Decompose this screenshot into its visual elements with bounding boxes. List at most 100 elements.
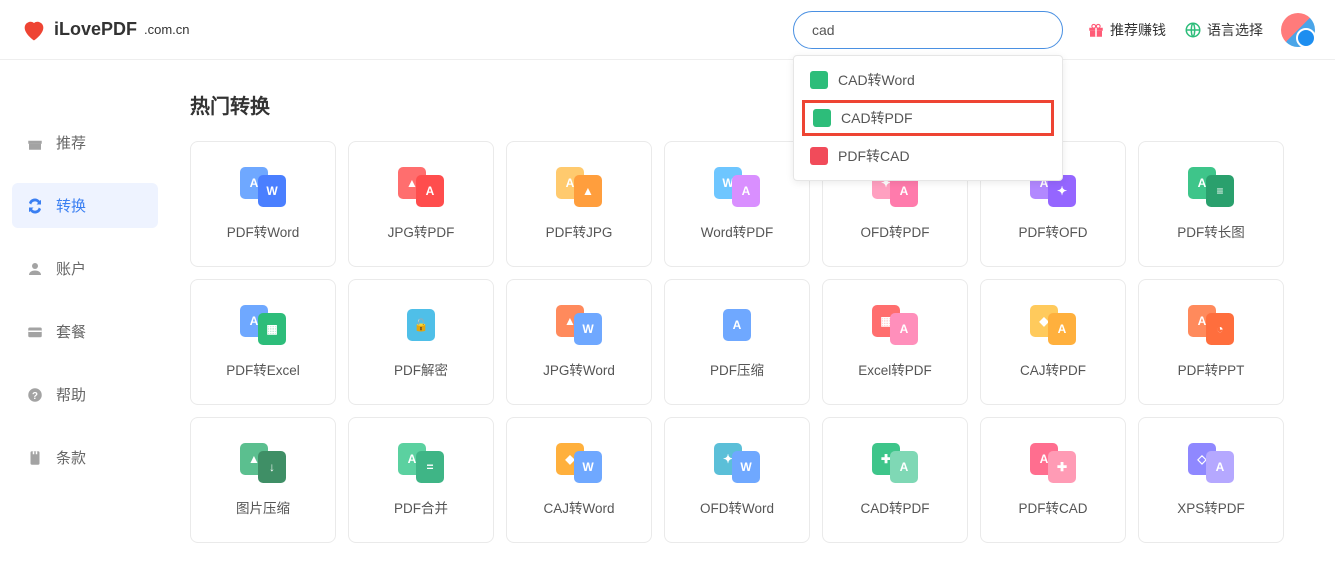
convert-card-10[interactable]: A PDF压缩 xyxy=(664,279,810,405)
card-icon: ▲W xyxy=(556,305,602,345)
convert-card-0[interactable]: AW PDF转Word xyxy=(190,141,336,267)
card-icon: ✦W xyxy=(714,443,760,483)
dropdown-item-label: CAD转Word xyxy=(838,70,915,90)
card-icon: ◆W xyxy=(556,443,602,483)
logo[interactable]: iLovePDF .com.cn xyxy=(20,16,190,44)
language-select-link[interactable]: 语言选择 xyxy=(1184,20,1263,40)
recommend-earn-link[interactable]: 推荐赚钱 xyxy=(1087,20,1166,40)
sidebar-item-help[interactable]: ? 帮助 xyxy=(12,372,158,417)
card-icon: 🔓 xyxy=(398,305,444,345)
convert-icon xyxy=(26,197,44,215)
convert-card-20[interactable]: ◇A XPS转PDF xyxy=(1138,417,1284,543)
card-label: PDF转OFD xyxy=(1019,221,1088,241)
card-label: PDF转PPT xyxy=(1178,359,1245,379)
account-icon xyxy=(26,260,44,278)
card-label: PDF转Excel xyxy=(226,359,300,379)
convert-card-2[interactable]: A▲PDF转JPG xyxy=(506,141,652,267)
convert-card-11[interactable]: ▦A Excel转PDF xyxy=(822,279,968,405)
card-icon: A▲ xyxy=(556,167,602,207)
card-grid: AWPDF转Word▲AJPG转PDFA▲PDF转JPGWAWord转PDF✦A… xyxy=(190,141,1295,543)
convert-card-1[interactable]: ▲A JPG转PDF xyxy=(348,141,494,267)
dropdown-item-1[interactable]: CAD转PDF xyxy=(802,100,1054,136)
dropdown-item-icon xyxy=(810,71,828,89)
svg-text:?: ? xyxy=(32,390,38,401)
card-icon: A▦ xyxy=(240,305,286,345)
card-label: PDF解密 xyxy=(394,359,448,379)
help-icon: ? xyxy=(26,386,44,404)
card-label: 图片压缩 xyxy=(236,497,290,517)
card-icon: ▲↓ xyxy=(240,443,286,483)
heart-icon xyxy=(20,16,48,44)
terms-icon xyxy=(26,449,44,467)
card-icon: A◔ xyxy=(1188,305,1234,345)
card-icon: ▦A xyxy=(872,305,918,345)
card-label: CAD转PDF xyxy=(860,497,929,517)
dropdown-item-0[interactable]: CAD转Word xyxy=(794,62,1062,98)
plan-icon xyxy=(26,323,44,341)
card-label: CAJ转Word xyxy=(543,497,614,517)
globe-icon xyxy=(1184,21,1202,39)
card-icon: AW xyxy=(240,167,286,207)
logo-text: iLovePDF xyxy=(54,19,137,40)
dropdown-item-icon xyxy=(813,109,831,127)
convert-card-17[interactable]: ✦W OFD转Word xyxy=(664,417,810,543)
card-label: PDF转Word xyxy=(227,221,300,241)
sidebar-item-terms[interactable]: 条款 xyxy=(12,435,158,480)
convert-card-6[interactable]: A≡ PDF转长图 xyxy=(1138,141,1284,267)
sidebar-item-convert[interactable]: 转换 xyxy=(12,183,158,228)
section-title: 热门转换 xyxy=(190,90,1295,119)
convert-card-7[interactable]: A▦ PDF转Excel xyxy=(190,279,336,405)
convert-card-15[interactable]: A= PDF合并 xyxy=(348,417,494,543)
card-label: OFD转PDF xyxy=(861,221,930,241)
card-label: PDF转CAD xyxy=(1018,497,1087,517)
convert-card-13[interactable]: A◔ PDF转PPT xyxy=(1138,279,1284,405)
main-content: 热门转换 AW PDF转Word ▲A JPG转PDF A▲PDF转JPGWAWord转… xyxy=(170,60,1335,583)
card-icon: A xyxy=(714,305,760,345)
convert-card-18[interactable]: ✚A CAD转PDF xyxy=(822,417,968,543)
sidebar-item-plan[interactable]: 套餐 xyxy=(12,309,158,354)
convert-card-12[interactable]: ◆ACAJ转PDF xyxy=(980,279,1126,405)
card-label: Word转PDF xyxy=(701,221,774,241)
recommend-icon xyxy=(26,134,44,152)
card-label: Excel转PDF xyxy=(858,359,932,379)
search-wrap: CAD转WordCAD转PDFPDF转CAD xyxy=(793,11,1063,49)
sidebar-item-recommend[interactable]: 推荐 xyxy=(12,120,158,165)
language-select-label: 语言选择 xyxy=(1207,20,1263,40)
dropdown-item-label: CAD转PDF xyxy=(841,108,913,128)
search-input[interactable] xyxy=(793,11,1063,49)
card-icon: ▲A xyxy=(398,167,444,207)
sidebar-item-label: 推荐 xyxy=(56,132,86,153)
logo-suffix: .com.cn xyxy=(144,22,190,37)
gift-icon xyxy=(1087,21,1105,39)
dropdown-item-label: PDF转CAD xyxy=(838,146,910,166)
card-label: OFD转Word xyxy=(700,497,774,517)
dropdown-item-2[interactable]: PDF转CAD xyxy=(794,138,1062,174)
sidebar-item-label: 账户 xyxy=(56,258,86,279)
card-label: JPG转PDF xyxy=(388,221,455,241)
card-label: XPS转PDF xyxy=(1177,497,1245,517)
sidebar-item-account[interactable]: 账户 xyxy=(12,246,158,291)
card-label: JPG转Word xyxy=(543,359,615,379)
convert-card-9[interactable]: ▲W JPG转Word xyxy=(506,279,652,405)
card-icon: A≡ xyxy=(1188,167,1234,207)
avatar[interactable] xyxy=(1281,13,1315,47)
card-label: PDF合并 xyxy=(394,497,448,517)
convert-card-3[interactable]: WAWord转PDF xyxy=(664,141,810,267)
sidebar-item-label: 帮助 xyxy=(56,384,86,405)
convert-card-14[interactable]: ▲↓ 图片压缩 xyxy=(190,417,336,543)
sidebar-item-label: 转换 xyxy=(56,195,86,216)
card-icon: ✚A xyxy=(872,443,918,483)
card-label: CAJ转PDF xyxy=(1020,359,1086,379)
sidebar-item-label: 套餐 xyxy=(56,321,86,342)
card-label: PDF压缩 xyxy=(710,359,764,379)
card-icon: ◇A xyxy=(1188,443,1234,483)
recommend-earn-label: 推荐赚钱 xyxy=(1110,20,1166,40)
sidebar-item-label: 条款 xyxy=(56,447,86,468)
card-icon: A= xyxy=(398,443,444,483)
card-label: PDF转长图 xyxy=(1177,221,1245,241)
convert-card-19[interactable]: A✚PDF转CAD xyxy=(980,417,1126,543)
convert-card-16[interactable]: ◆W CAJ转Word xyxy=(506,417,652,543)
convert-card-8[interactable]: 🔓 PDF解密 xyxy=(348,279,494,405)
search-dropdown: CAD转Word CAD转PDF PDF转CAD xyxy=(793,55,1063,181)
dropdown-item-icon xyxy=(810,147,828,165)
